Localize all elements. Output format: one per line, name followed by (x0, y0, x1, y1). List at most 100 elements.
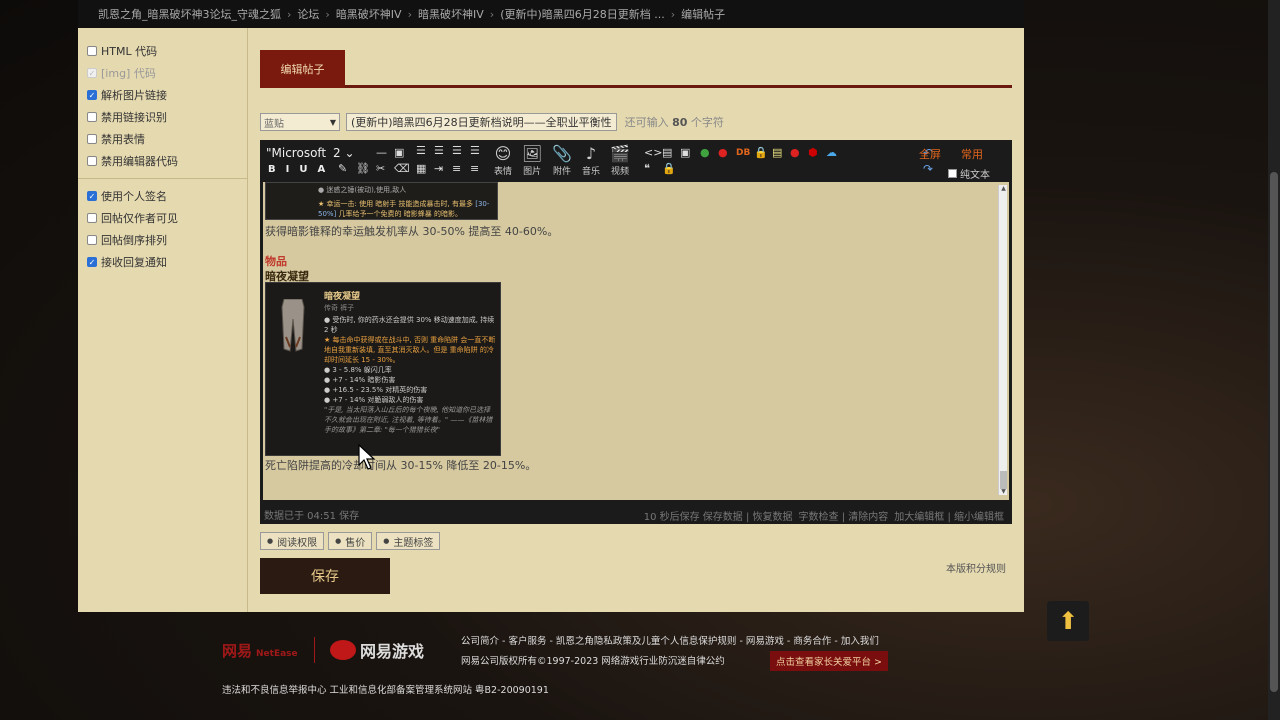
toolbar-music-button[interactable]: ♪ 音乐 (582, 144, 600, 177)
option-options2-3[interactable]: ✓ 接收回复通知 (87, 251, 247, 273)
hr-icon[interactable]: — (376, 146, 387, 159)
extra-button-label: 阅读权限 (277, 537, 318, 549)
option-options1-2[interactable]: ✓ 解析图片链接 (87, 84, 247, 106)
video-icon: 🎬 (610, 144, 630, 163)
underline-button[interactable]: U (299, 164, 307, 175)
footer-legal[interactable]: 违法和不良信息举报中心 工业和信息化部备案管理系统网站 粤B2-20090191 (222, 682, 549, 696)
option-checkbox[interactable] (87, 46, 97, 56)
clean-format-icon[interactable]: ⌫ (394, 162, 410, 175)
statusbar-action[interactable]: 10 秒后保存 保存数据 | 恢复数据 (644, 508, 793, 523)
forum-points-rules-link[interactable]: 本版积分规则 (946, 560, 1006, 575)
common-mode-button[interactable]: 常用 (961, 146, 983, 162)
breadcrumb-item[interactable]: (更新中)暗黑四6月28日更新档 ... (500, 6, 665, 22)
highlight-icon[interactable]: ✎ (338, 162, 347, 175)
option-checkbox[interactable]: ✓ (87, 191, 97, 201)
option-options1-1: ✓ [img] 代码 (87, 62, 247, 84)
red-circle-icon[interactable]: ● (790, 146, 800, 159)
statusbar-action[interactable]: 加大编辑框 | 缩小编辑框 (894, 508, 1004, 523)
page-scrollbar[interactable] (1268, 0, 1280, 720)
option-checkbox[interactable]: ✓ (87, 257, 97, 267)
back-to-top-button[interactable]: ⬆ (1047, 601, 1089, 641)
option-checkbox[interactable]: ✓ (87, 90, 97, 100)
option-checkbox[interactable] (87, 156, 97, 166)
scroll-down-icon[interactable]: ▼ (999, 488, 1008, 495)
option-options2-1[interactable]: 回帖仅作者可见 (87, 207, 247, 229)
category-value: 蓝贴 (264, 118, 284, 130)
save-button[interactable]: 保存 (260, 558, 390, 594)
ordered-list-icon[interactable]: ≡ (452, 162, 461, 175)
align-right-icon[interactable]: ☰ (452, 144, 462, 157)
db-icon[interactable]: DB (736, 148, 750, 158)
plugin-icon[interactable]: ● (700, 146, 710, 159)
editor-scrollbar[interactable]: ▲ ▼ (998, 185, 1007, 495)
read-permission-button[interactable]: ● 阅读权限 (260, 532, 325, 550)
item-affix-line: ★ 每击命中获得或在战斗中, 否则 重命陷阱 会一直不断地自我重新装填, 直至其… (324, 336, 496, 364)
option-options2-2[interactable]: 回帖倒序排列 (87, 229, 247, 251)
footer-links[interactable]: 公司简介 - 客户服务 - 凯恩之角隐私政策及儿童个人信息保护规则 - 网易游戏… (461, 633, 879, 647)
table-icon[interactable]: ▦ (416, 162, 426, 175)
topic-tags-button[interactable]: ● 主题标签 (376, 532, 441, 550)
redo-icon[interactable]: ↷ (923, 162, 933, 176)
breadcrumb-item: 编辑帖子 (681, 8, 726, 21)
netease-games-logo[interactable]: 网易游戏 (330, 638, 424, 662)
scroll-thumb[interactable] (1000, 471, 1007, 489)
align-center-icon[interactable]: ☰ (434, 144, 444, 157)
weibo-icon[interactable]: ● (718, 146, 728, 159)
bgcolor-icon[interactable]: ▣ (394, 146, 404, 159)
breadcrumb-item[interactable]: 论坛 (297, 6, 319, 22)
item-affix-line: ● +7 - 14% 暗影伤害 (324, 376, 396, 384)
cloud-icon[interactable]: ☁ (826, 146, 837, 159)
breadcrumb-item[interactable]: 暗黑破坏神IV (418, 6, 484, 22)
option-checkbox[interactable] (87, 213, 97, 223)
plain-text-checkbox[interactable] (948, 169, 957, 178)
netease-logo[interactable]: 网易 NetEase (222, 640, 298, 661)
toolbar-video-button[interactable]: 🎬 视频 (610, 144, 630, 177)
password-icon[interactable]: 🔒 (754, 146, 768, 159)
option-label: 回帖仅作者可见 (101, 212, 178, 225)
tab-edit-post[interactable]: 编辑帖子 (260, 50, 345, 88)
shield-icon[interactable]: ⬢ (808, 146, 818, 159)
code-icon[interactable]: <> (644, 146, 662, 159)
unordered-list-icon[interactable]: ≡ (470, 162, 479, 175)
free-icon[interactable]: ▣ (680, 146, 690, 159)
align-left-icon[interactable]: ☰ (416, 144, 426, 157)
fullscreen-button[interactable]: 全屏 (919, 146, 941, 162)
price-button[interactable]: ● 售价 (328, 532, 373, 550)
font-color-button[interactable]: A (317, 164, 325, 175)
breadcrumb-item[interactable]: 凯恩之角_暗黑破坏神3论坛_守魂之狐 (98, 6, 281, 22)
align-justify-icon[interactable]: ☰ (470, 144, 480, 157)
option-options2-0[interactable]: ✓ 使用个人签名 (87, 185, 247, 207)
page-icon[interactable]: ▤ (772, 146, 782, 159)
font-size-select[interactable]: 2 ⌄ (333, 146, 355, 160)
plain-text-toggle[interactable]: 纯文本 (948, 166, 990, 181)
toolbar-attachment-button[interactable]: 📎 附件 (552, 144, 572, 177)
link-icon[interactable]: ⛓ (356, 162, 370, 175)
toolbar-image-button[interactable]: 🖼 图片 (522, 144, 542, 177)
category-select[interactable]: 蓝贴 ▼ (260, 113, 340, 131)
font-family-select[interactable]: "Microsoft (266, 146, 326, 160)
breadcrumb-item[interactable]: 暗黑破坏神IV (336, 6, 402, 22)
hide-icon[interactable]: ▤ (662, 146, 672, 159)
indent-icon[interactable]: ⇥ (434, 162, 443, 175)
option-options1-5[interactable]: 禁用编辑器代码 (87, 150, 247, 172)
option-label: HTML 代码 (101, 45, 158, 58)
option-options1-0[interactable]: HTML 代码 (87, 40, 247, 62)
options-sidebar: HTML 代码 ✓ [img] 代码 ✓ 解析图片链接 禁用链接识别 禁用表情 禁用编辑器代码… (78, 28, 248, 612)
breadcrumb-separator: › (287, 7, 292, 21)
italic-button[interactable]: I (286, 164, 290, 175)
quote-icon[interactable]: ❝ (644, 162, 650, 175)
unlink-icon[interactable]: ✂ (376, 162, 385, 175)
toolbar-emoji-button[interactable]: 😊 表情 (494, 144, 512, 177)
option-checkbox[interactable] (87, 134, 97, 144)
page-scroll-thumb[interactable] (1270, 172, 1278, 692)
statusbar-action[interactable]: 字数检查 | 清除内容 (799, 508, 889, 523)
option-options1-4[interactable]: 禁用表情 (87, 128, 247, 150)
option-checkbox[interactable] (87, 235, 97, 245)
option-checkbox[interactable] (87, 112, 97, 122)
bold-button[interactable]: B (268, 164, 276, 175)
parental-care-button[interactable]: 点击查看家长关爱平台 > (770, 651, 888, 671)
subject-input[interactable]: (更新中)暗黑四6月28日更新档说明——全职业平衡性 (346, 113, 617, 131)
scroll-up-icon[interactable]: ▲ (999, 185, 1008, 192)
lock-icon[interactable]: 🔒 (662, 162, 676, 175)
option-options1-3[interactable]: 禁用链接识别 (87, 106, 247, 128)
